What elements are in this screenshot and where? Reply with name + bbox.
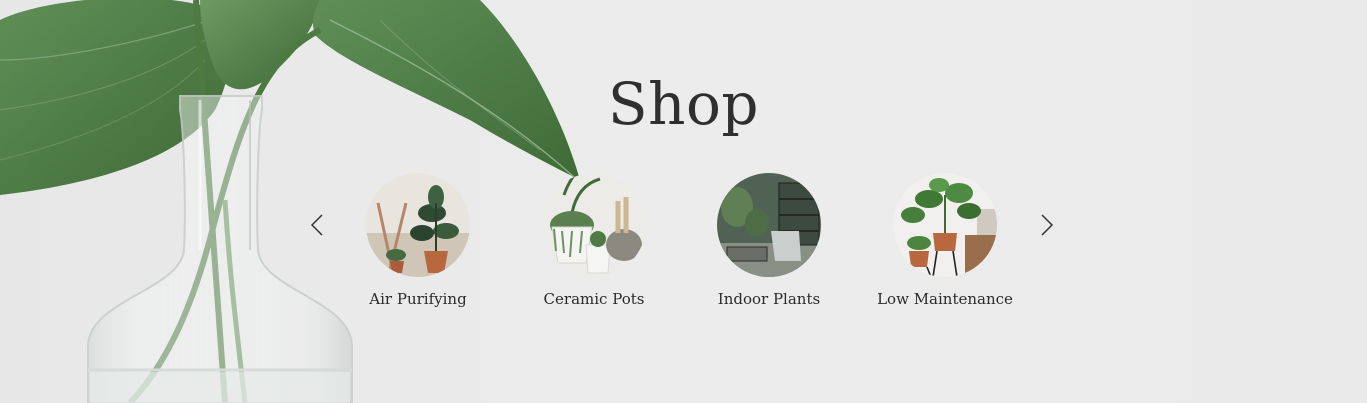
category-label: Air Purifying — [369, 290, 467, 308]
ceramic-pots-photo — [542, 173, 646, 277]
category-label: Low Maintenance — [877, 290, 1013, 308]
category-label: Ceramic Pots — [543, 290, 645, 308]
potted-plants-on-stands-photo — [893, 173, 997, 277]
shop-hero: Shop Air Purifying Ceramic Pots Indoor P… — [0, 0, 1367, 403]
category-air-purifying[interactable]: Air Purifying — [333, 173, 503, 308]
category-ceramic-pots[interactable]: Ceramic Pots — [509, 173, 679, 308]
chevron-right-icon — [1041, 214, 1054, 236]
chevron-left-icon — [310, 214, 323, 236]
category-image — [542, 173, 646, 277]
carousel-next-button[interactable] — [1033, 212, 1059, 238]
indoor-room-plants-photo — [717, 173, 821, 277]
carousel-prev-button[interactable] — [305, 212, 331, 238]
category-image — [366, 173, 470, 277]
page-title: Shop — [607, 70, 760, 138]
category-low-maintenance[interactable]: Low Maintenance — [860, 173, 1030, 308]
category-image — [893, 173, 997, 277]
category-indoor-plants[interactable]: Indoor Plants — [684, 173, 854, 308]
category-image — [717, 173, 821, 277]
category-label: Indoor Plants — [717, 290, 821, 308]
rubber-plant-photo — [366, 173, 470, 277]
